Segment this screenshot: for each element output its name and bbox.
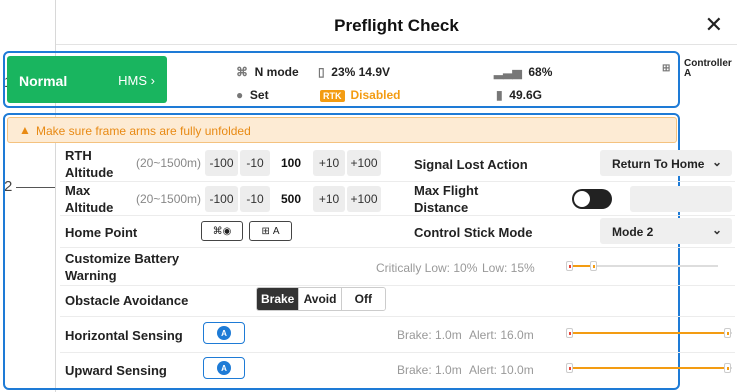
signal-lost-dropdown[interactable]: Return To Home ⌄ [600,150,732,176]
brake-handle[interactable] [566,328,573,338]
signal-value: 68% [528,65,553,79]
row-divider [60,285,735,286]
toggle-knob [574,191,590,207]
home-aircraft-button[interactable]: ⌘◉ [201,221,243,241]
signal-status: ▂▃▅ 68% [494,65,552,79]
battery-icon: ▯ [318,65,325,79]
home-point-icon: ● [236,88,244,102]
signal-icon: ▂▃▅ [494,65,522,79]
max-altitude-label: Max Altitude [65,183,114,215]
rtk-icon: RTK [320,90,345,102]
battery-warning-label: Customize Battery Warning [65,251,180,283]
row-divider [60,247,735,248]
header-divider [56,44,737,45]
home-controller-label: A [272,225,280,237]
flight-mode-value: N mode [254,65,299,79]
row-divider [60,215,735,216]
rth-plus-10-button[interactable]: +10 [313,150,345,176]
horizontal-radar-button[interactable]: A [203,322,245,344]
rth-plus-100-button[interactable]: +100 [347,150,381,176]
warning-icon: ▲ [19,123,31,137]
warning-banner: ▲ Make sure frame arms are fully unfolde… [7,117,677,143]
radar-icon: A [217,326,231,340]
upward-radar-button[interactable]: A [203,357,245,379]
rth-minus-100-button[interactable]: -100 [205,150,238,176]
slider-fill [566,367,728,369]
alert-handle[interactable] [724,328,731,338]
obstacle-avoidance-label: Obstacle Avoidance [65,293,189,308]
max-alt-plus-100-button[interactable]: +100 [347,186,381,212]
warning-text: Make sure frame arms are fully unfolded [36,124,251,138]
aircraft-status-button[interactable]: Normal HMS › [7,56,167,103]
rth-altitude-label: RTH Altitude [65,148,114,180]
critical-low-text: Critically Low: 10% [376,261,478,275]
max-alt-plus-10-button[interactable]: +10 [313,186,345,212]
low-text: Low: 15% [482,261,535,275]
rth-altitude-value[interactable]: 100 [273,150,309,176]
home-controller-button[interactable]: ⊞ A [249,221,292,241]
chevron-down-icon: ⌄ [711,155,722,169]
stick-mode-dropdown[interactable]: Mode 2 ⌄ [600,218,732,244]
max-distance-input[interactable] [630,186,732,212]
stick-mode-value: Mode 2 [612,225,654,239]
obstacle-off-option[interactable]: Off [341,288,385,310]
hms-link[interactable]: HMS › [118,73,155,88]
home-status: ● Set [236,88,269,102]
controller-icon: ⊞ [261,225,270,237]
obstacle-avoid-option[interactable]: Avoid [299,288,342,310]
max-alt-minus-10-button[interactable]: -10 [240,186,270,212]
stick-mode-label: Control Stick Mode [414,225,533,240]
rtk-status: RTK Disabled [320,88,401,102]
critical-handle[interactable] [566,261,573,271]
row-divider [60,352,735,353]
upward-sensing-slider[interactable] [566,362,732,374]
rth-minus-10-button[interactable]: -10 [240,150,270,176]
upward-brake-text: Brake: 1.0m [397,363,462,377]
flight-mode: ⌘ N mode [236,65,299,79]
rtk-value: Disabled [350,88,401,102]
sd-card-icon: ▮ [496,88,503,102]
max-distance-toggle[interactable] [572,189,612,209]
obstacle-brake-option[interactable]: Brake [257,288,300,310]
alert-handle[interactable] [724,363,731,373]
max-altitude-value[interactable]: 500 [273,186,309,212]
max-alt-minus-100-button[interactable]: -100 [205,186,238,212]
upward-sensing-label: Upward Sensing [65,363,167,378]
signal-lost-label: Signal Lost Action [414,157,528,172]
low-handle[interactable] [590,261,597,271]
home-point-label: Home Point [65,225,138,240]
brake-handle[interactable] [566,363,573,373]
horizontal-brake-text: Brake: 1.0m [397,328,462,342]
battery-warning-slider[interactable] [566,260,718,272]
storage-value: 49.6G [509,88,542,102]
drone-icon: ⌘ [236,65,248,79]
chevron-down-icon: ⌄ [711,223,722,237]
obstacle-avoidance-selector: Brake Avoid Off [256,287,386,311]
max-distance-label: Max Flight Distance [414,183,479,215]
slider-fill [566,332,728,334]
controller-value: Controller A [684,58,732,79]
controller-icon: ⊞ [662,63,671,74]
rth-range: (20~1500m) [136,156,202,170]
battery-value: 23% 14.9V [331,65,390,79]
row-divider [60,316,735,317]
radar-icon: A [217,361,231,375]
battery-status: ▯ 23% 14.9V [318,65,390,79]
storage-status: ▮ 49.6G [496,88,542,102]
page-title: Preflight Check [334,16,459,35]
horizontal-sensing-label: Horizontal Sensing [65,328,183,343]
horizontal-sensing-slider[interactable] [566,327,732,339]
upward-alert-text: Alert: 10.0m [469,363,534,377]
close-icon[interactable]: ✕ [705,12,723,38]
horizontal-alert-text: Alert: 16.0m [469,328,534,342]
home-status-value: Set [249,88,269,102]
max-altitude-range: (20~1500m) [136,192,202,206]
status-label: Normal [19,73,68,89]
signal-lost-value: Return To Home [612,157,705,171]
row-divider [60,181,735,182]
